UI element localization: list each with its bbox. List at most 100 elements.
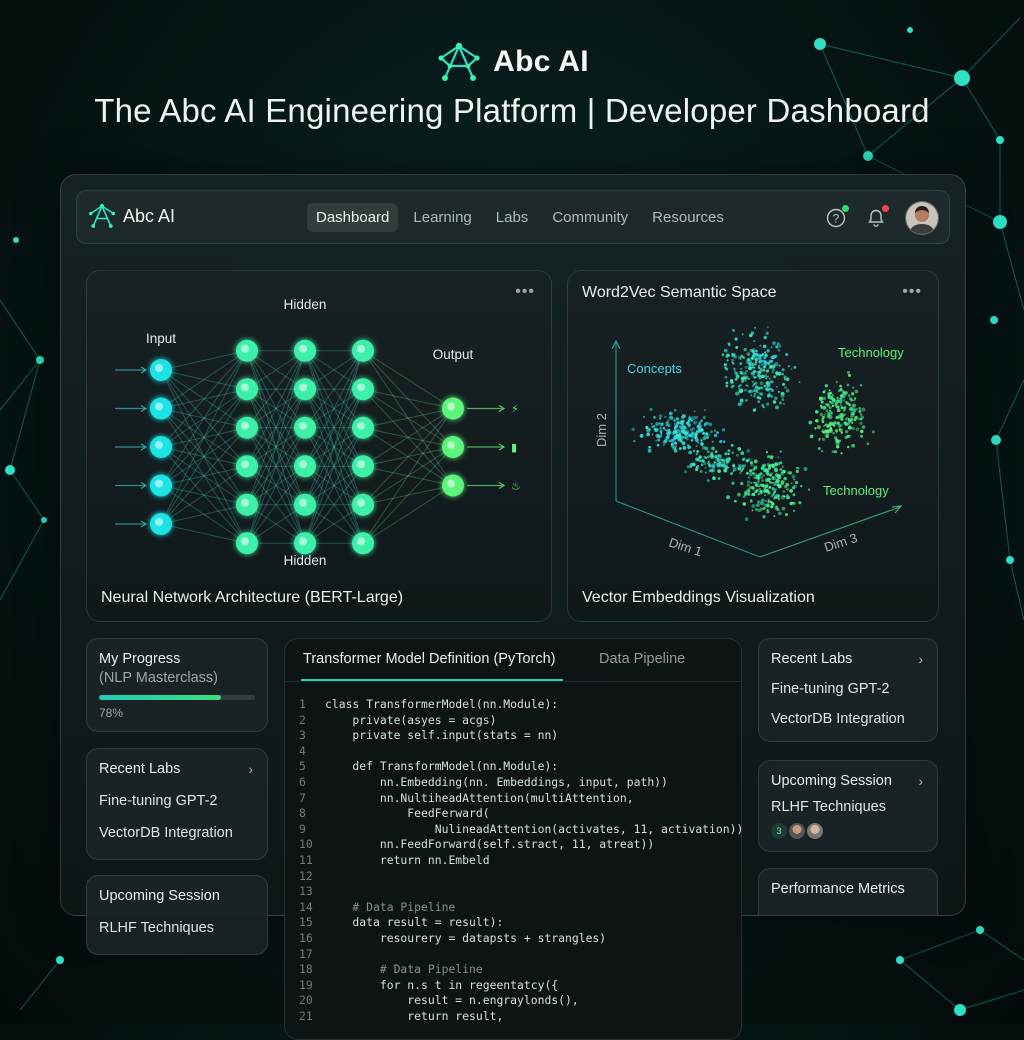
help-icon[interactable]: ? bbox=[825, 205, 849, 229]
page-headline: The Abc AI Engineering Platform | Develo… bbox=[94, 92, 930, 129]
neural-network-diagram: ⚡ ▮ ♨ Input Hidden Hidden Output bbox=[115, 297, 521, 568]
code-text: def TransformModel(nn.Module): bbox=[325, 759, 559, 774]
line-number: 10 bbox=[299, 837, 313, 852]
performance-title: Performance Metrics bbox=[771, 881, 905, 897]
line-number: 21 bbox=[299, 1008, 313, 1023]
nav-link-community[interactable]: Community bbox=[543, 203, 637, 232]
code-line: 21 return result, bbox=[285, 1009, 741, 1025]
progress-bar-fill bbox=[99, 695, 221, 700]
code-text: private self.input(stats = nn) bbox=[325, 728, 559, 743]
upcoming-session-card-right[interactable]: Upcoming Session › RLHF Techniques 3 bbox=[758, 760, 938, 852]
code-line: 1 class TransformerModel(nn.Module): bbox=[285, 697, 741, 713]
embedding-label: Technology bbox=[838, 345, 904, 360]
code-text: FeedFerward( bbox=[325, 806, 490, 821]
nav-link-resources[interactable]: Resources bbox=[643, 203, 733, 232]
nav-brand[interactable]: Abc AI bbox=[87, 201, 175, 231]
nav-link-learning[interactable]: Learning bbox=[404, 203, 480, 232]
code-editor-panel: Transformer Model Definition (PyTorch) D… bbox=[284, 638, 742, 1040]
embedding-scatter: Concepts Technology Technology Dim 2 Dim 1 Di… bbox=[594, 326, 904, 560]
lab-item[interactable]: Fine-tuning GPT-2 bbox=[771, 681, 889, 697]
upcoming-session-card[interactable]: Upcoming Session RLHF Techniques bbox=[86, 875, 268, 955]
embedding-label: Dim 1 bbox=[667, 535, 704, 560]
neural-network-panel: ••• ⚡ ▮ ♨ Input Hidden Hidden Output Neural Ne… bbox=[86, 270, 552, 622]
code-text: data result = result): bbox=[325, 915, 504, 930]
recent-labs-card: Recent Labs › Fine-tuning GPT-2 VectorDB… bbox=[86, 748, 268, 860]
code-line: 14 # Data Pipeline bbox=[285, 900, 741, 916]
chevron-right-icon[interactable]: › bbox=[918, 651, 923, 667]
lab-item[interactable]: VectorDB Integration bbox=[771, 711, 905, 727]
recent-labs-card-right: Recent Labs › Fine-tuning GPT-2 VectorDB… bbox=[758, 638, 938, 742]
line-number: 16 bbox=[299, 930, 313, 945]
code-text: # Data Pipeline bbox=[325, 962, 483, 977]
progress-title: My Progress bbox=[99, 651, 181, 667]
abc-ai-logo-icon bbox=[89, 203, 115, 228]
tab-data-pipeline[interactable]: Data Pipeline bbox=[599, 651, 685, 667]
nn-caption: Neural Network Architecture (BERT-Large) bbox=[101, 589, 404, 606]
code-line: 16 resourery = datapsts + strangles) bbox=[285, 931, 741, 947]
code-text: nn.Embedding(nn. Embeddings, input, path… bbox=[325, 774, 668, 789]
code-text: NulineadAttention(activates, 11, activat… bbox=[325, 821, 742, 836]
line-number: 20 bbox=[299, 993, 313, 1008]
nav-link-dashboard[interactable]: Dashboard bbox=[307, 203, 399, 232]
progress-card[interactable]: My Progress (NLP Masterclass) 78% bbox=[86, 638, 268, 732]
code-line: 18 # Data Pipeline bbox=[285, 962, 741, 978]
line-number: 8 bbox=[299, 806, 306, 821]
tab-transformer-model[interactable]: Transformer Model Definition (PyTorch) bbox=[303, 651, 555, 667]
chevron-right-icon[interactable]: › bbox=[918, 773, 923, 789]
code-content[interactable]: 1 class TransformerModel(nn.Module): 2 pri… bbox=[285, 697, 741, 1024]
session-item[interactable]: RLHF Techniques bbox=[771, 799, 886, 815]
code-text: # Data Pipeline bbox=[325, 899, 456, 914]
embedding-label: Concepts bbox=[627, 361, 682, 376]
line-number: 4 bbox=[299, 743, 306, 758]
top-brand: Abc AI bbox=[0, 38, 1024, 86]
output-glyph-icon: ♨ bbox=[511, 481, 521, 493]
line-number: 5 bbox=[299, 759, 306, 774]
help-status-dot bbox=[842, 205, 849, 212]
embedding-caption: Vector Embeddings Visualization bbox=[582, 589, 815, 606]
lab-item[interactable]: Fine-tuning GPT-2 bbox=[99, 793, 217, 809]
line-number: 6 bbox=[299, 774, 306, 789]
avatar[interactable] bbox=[905, 201, 939, 235]
nav-links: Dashboard Learning Labs Community Resour… bbox=[307, 203, 733, 232]
line-number: 18 bbox=[299, 962, 313, 977]
code-text: result = n.engraylonds(), bbox=[325, 993, 579, 1008]
chevron-right-icon[interactable]: › bbox=[248, 761, 253, 777]
recent-labs-title: Recent Labs bbox=[99, 761, 181, 777]
nn-label: Hidden bbox=[284, 297, 327, 312]
recent-labs-title: Recent Labs bbox=[771, 651, 853, 667]
lab-item[interactable]: VectorDB Integration bbox=[99, 825, 233, 841]
code-line: 9 NulineadAttention(activates, 11, activ… bbox=[285, 822, 741, 838]
avatar bbox=[789, 823, 805, 839]
line-number: 11 bbox=[299, 852, 313, 867]
active-tab-indicator bbox=[301, 679, 563, 681]
nav-link-labs[interactable]: Labs bbox=[487, 203, 538, 232]
embedding-label: Dim 3 bbox=[822, 530, 859, 555]
line-number: 17 bbox=[299, 946, 313, 961]
performance-metrics-card[interactable]: Performance Metrics bbox=[758, 868, 938, 916]
line-number: 14 bbox=[299, 899, 313, 914]
progress-subtitle: (NLP Masterclass) bbox=[99, 670, 218, 686]
code-line: 7 nn.NultiheadAttention(multiAttention, bbox=[285, 791, 741, 807]
line-number: 19 bbox=[299, 977, 313, 992]
line-number: 13 bbox=[299, 884, 313, 899]
code-text: resourery = datapsts + strangles) bbox=[325, 930, 607, 945]
code-line: 15 data result = result): bbox=[285, 915, 741, 931]
bell-icon[interactable] bbox=[865, 205, 889, 229]
attendee-avatars: 3 bbox=[771, 823, 823, 839]
line-number: 2 bbox=[299, 712, 306, 727]
output-glyph-icon: ▮ bbox=[511, 442, 517, 454]
nn-label: Input bbox=[146, 331, 176, 346]
nav-icons: ? bbox=[825, 201, 939, 235]
avatar bbox=[807, 823, 823, 839]
progress-bar bbox=[99, 695, 255, 700]
embedding-label: Technology bbox=[823, 483, 889, 498]
code-line: 5 def TransformModel(nn.Module): bbox=[285, 759, 741, 775]
code-line: 11 return nn.Embeld bbox=[285, 853, 741, 869]
nn-label: Hidden bbox=[284, 553, 327, 568]
nn-label: Output bbox=[433, 347, 474, 362]
code-line: 20 result = n.engraylonds(), bbox=[285, 993, 741, 1009]
code-line: 6 nn.Embedding(nn. Embeddings, input, pa… bbox=[285, 775, 741, 791]
session-item[interactable]: RLHF Techniques bbox=[99, 920, 214, 936]
code-tabs: Transformer Model Definition (PyTorch) D… bbox=[285, 639, 741, 682]
embedding-label: Dim 2 bbox=[594, 413, 609, 447]
